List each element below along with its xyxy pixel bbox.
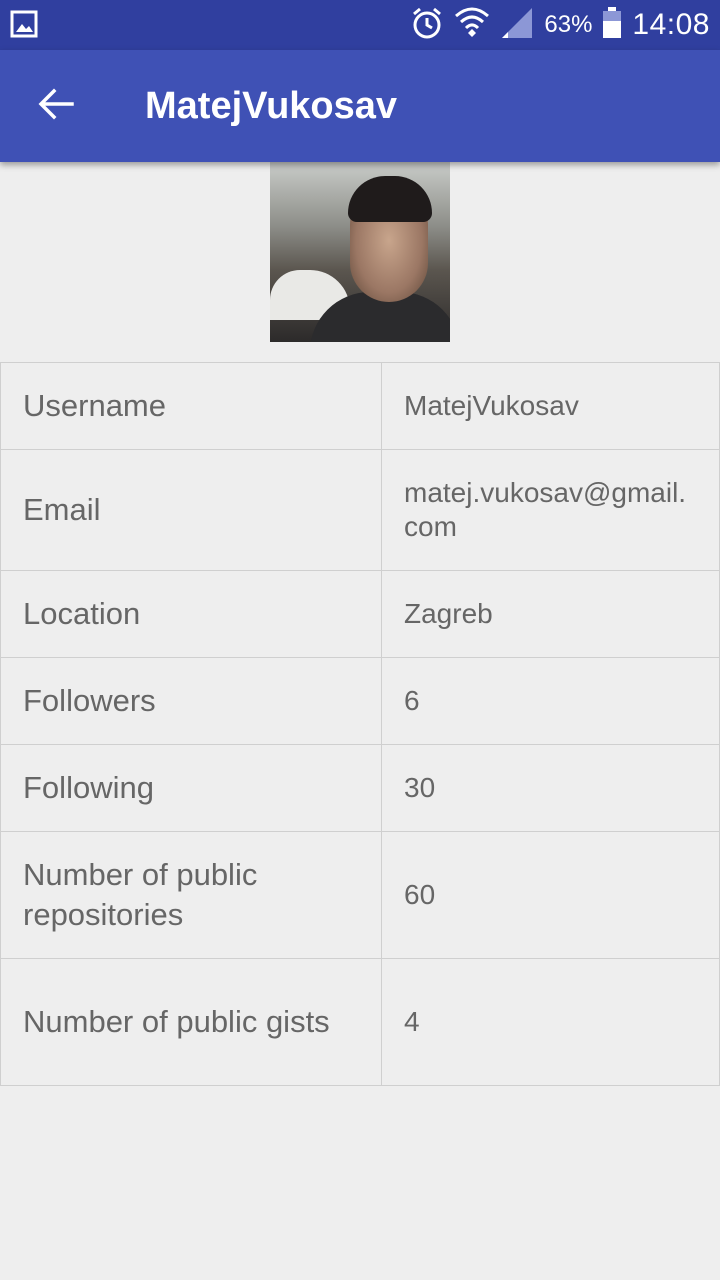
row-label: Following [0, 744, 382, 832]
table-row-email: Email matej.vukosav@gmail.com [0, 449, 720, 571]
back-button[interactable] [30, 80, 82, 132]
battery-icon [602, 6, 622, 44]
row-value: 30 [381, 744, 720, 832]
table-row-location: Location Zagreb [0, 570, 720, 658]
table-row-following: Following 30 [0, 744, 720, 832]
row-value: Zagreb [381, 570, 720, 658]
battery-percent: 63% [544, 11, 593, 38]
table-row-public-repos: Number of public repositories 60 [0, 831, 720, 959]
row-label: Location [0, 570, 382, 658]
clock: 14:08 [632, 8, 710, 41]
signal-icon [500, 6, 534, 45]
table-row-followers: Followers 6 [0, 657, 720, 745]
status-bar: 63% 14:08 [0, 0, 720, 50]
app-bar: MatejVukosav [0, 50, 720, 162]
alarm-icon [410, 6, 444, 45]
arrow-back-icon [38, 88, 74, 125]
page-title: MatejVukosav [145, 85, 398, 127]
table-row-username: Username MatejVukosav [0, 362, 720, 450]
row-label: Number of public repositories [0, 831, 382, 959]
gallery-icon [10, 10, 38, 38]
avatar [270, 162, 450, 342]
table-row-public-gists: Number of public gists 4 [0, 958, 720, 1086]
row-label: Username [0, 362, 382, 450]
row-value: 60 [381, 831, 720, 959]
row-label: Number of public gists [0, 958, 382, 1086]
row-value: 6 [381, 657, 720, 745]
row-label: Email [0, 449, 382, 571]
row-value: matej.vukosav@gmail.com [381, 449, 720, 571]
profile-table: Username MatejVukosav Email matej.vukosa… [0, 362, 720, 1086]
row-label: Followers [0, 657, 382, 745]
row-value: 4 [381, 958, 720, 1086]
row-value: MatejVukosav [381, 362, 720, 450]
wifi-icon [454, 6, 490, 45]
